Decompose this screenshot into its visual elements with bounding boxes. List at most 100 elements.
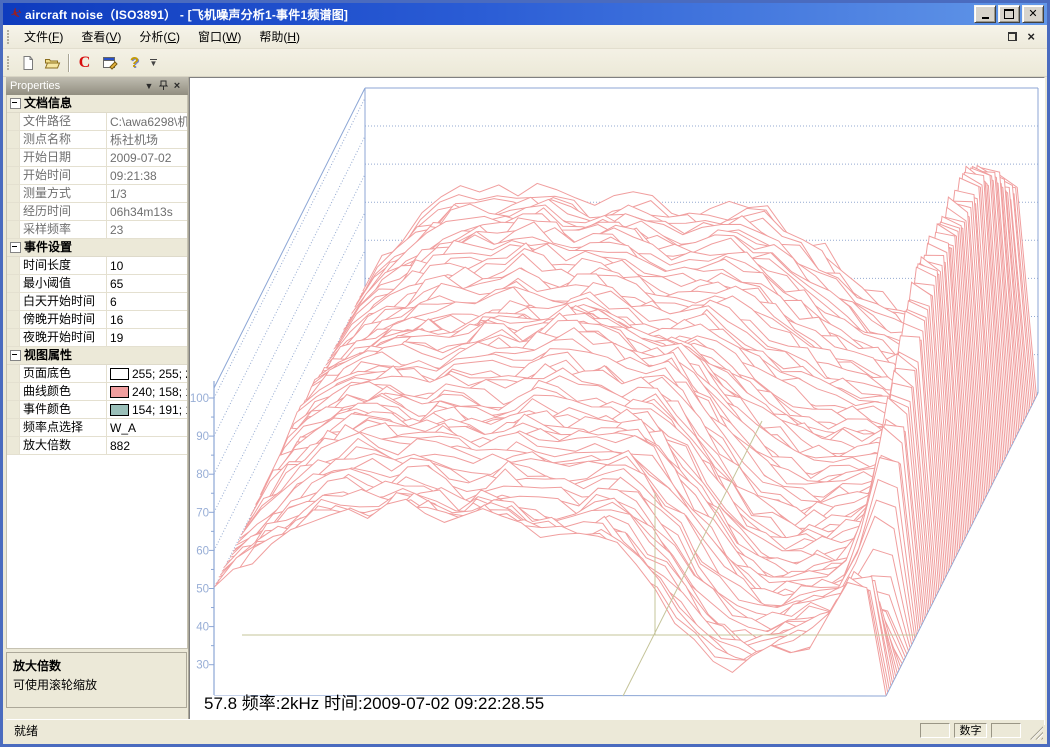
property-label: 夜晚开始时间 xyxy=(20,329,106,346)
row-indent xyxy=(7,311,20,328)
toolbar-grip[interactable] xyxy=(7,56,10,70)
property-value-text: 1/3 xyxy=(110,186,127,202)
property-value[interactable]: 19 xyxy=(106,329,187,346)
property-label: 测量方式 xyxy=(20,185,106,202)
open-folder-icon xyxy=(44,55,61,71)
property-value[interactable]: 65 xyxy=(106,275,187,292)
selected-point-annotation: 57.8 频率:2kHz 时间:2009-07-02 09:22:28.55 xyxy=(204,694,544,713)
app-window: ✈ aircraft noise（ISO3891） - [飞机噪声分析1-事件1… xyxy=(0,0,1050,747)
property-value-text: W_A xyxy=(110,420,136,436)
spectrum-chart-document[interactable]: 1009080706050403057.8 频率:2kHz 时间:2009-07… xyxy=(189,77,1045,725)
properties-panel: Properties ▼ × 文档信息文件路径C:\awa6298\机场测点名称… xyxy=(6,77,189,720)
property-value[interactable]: 882 xyxy=(106,437,187,454)
row-indent xyxy=(7,365,20,382)
panel-close-button[interactable]: × xyxy=(170,81,184,92)
letter-c-icon: C xyxy=(79,55,91,71)
mdi-close-button[interactable]: × xyxy=(1027,30,1035,43)
property-value[interactable]: 240; 158; 15 xyxy=(106,383,187,400)
mdi-restore-button[interactable] xyxy=(1008,32,1017,41)
property-value[interactable]: C:\awa6298\机场 xyxy=(106,113,187,130)
property-row: 测量方式1/3 xyxy=(7,185,187,203)
group-title: 视图属性 xyxy=(24,348,72,362)
chevron-down-icon: ▼ xyxy=(145,81,154,91)
help-button[interactable]: ? xyxy=(122,51,147,74)
property-value[interactable]: 09:21:38 xyxy=(106,167,187,184)
property-value[interactable]: 6 xyxy=(106,293,187,310)
menu-item-c[interactable]: 分析(C) xyxy=(130,25,189,48)
minimize-icon xyxy=(982,17,989,19)
maximize-icon xyxy=(1004,9,1014,19)
title-bar[interactable]: ✈ aircraft noise（ISO3891） - [飞机噪声分析1-事件1… xyxy=(3,3,1047,25)
menu-item-f[interactable]: 文件(F) xyxy=(15,25,72,48)
panel-menu-button[interactable]: ▼ xyxy=(142,82,156,91)
property-label: 文件路径 xyxy=(20,113,106,130)
property-label: 事件颜色 xyxy=(20,401,106,418)
row-indent xyxy=(7,401,20,418)
menubar-grip[interactable] xyxy=(7,30,10,44)
property-description-panel: 放大倍数 可使用滚轮缩放 xyxy=(6,652,187,708)
property-row: 曲线颜色240; 158; 15 xyxy=(7,383,187,401)
properties-panel-header[interactable]: Properties ▼ × xyxy=(6,77,188,95)
menu-item-h[interactable]: 帮助(H) xyxy=(250,25,309,48)
property-row: 经历时间06h34m13s xyxy=(7,203,187,221)
properties-icon xyxy=(102,55,118,71)
row-indent xyxy=(7,293,20,310)
close-icon: × xyxy=(174,80,180,92)
property-group-header-1[interactable]: 事件设置 xyxy=(7,239,187,257)
new-document-button[interactable] xyxy=(15,51,40,74)
property-row: 页面底色255; 255; 25 xyxy=(7,365,187,383)
menu-bar: 文件(F)查看(V)分析(C)窗口(W)帮助(H) × xyxy=(3,25,1047,49)
property-group-header-2[interactable]: 视图属性 xyxy=(7,347,187,365)
properties-button[interactable] xyxy=(97,51,122,74)
collapse-icon[interactable] xyxy=(10,350,21,361)
property-row: 白天开始时间6 xyxy=(7,293,187,311)
property-value-text: 2009-07-02 xyxy=(110,150,171,166)
svg-text:80: 80 xyxy=(196,469,209,481)
property-label: 采样频率 xyxy=(20,221,106,238)
property-value[interactable]: 2009-07-02 xyxy=(106,149,187,166)
property-row: 傍晚开始时间16 xyxy=(7,311,187,329)
property-value[interactable]: W_A xyxy=(106,419,187,436)
property-value[interactable]: 1/3 xyxy=(106,185,187,202)
restore-icon xyxy=(1008,32,1016,41)
property-row: 测点名称栎社机场 xyxy=(7,131,187,149)
maximize-button[interactable] xyxy=(998,5,1020,23)
close-button[interactable]: ✕ xyxy=(1022,5,1044,23)
property-value-text: 255; 255; 25 xyxy=(132,366,187,382)
row-indent xyxy=(7,419,20,436)
property-value[interactable]: 06h34m13s xyxy=(106,203,187,220)
svg-text:90: 90 xyxy=(196,431,209,443)
property-label: 开始日期 xyxy=(20,149,106,166)
row-indent xyxy=(7,149,20,166)
property-row: 最小阈值65 xyxy=(7,275,187,293)
menu-item-v[interactable]: 查看(V) xyxy=(72,25,130,48)
property-group-header-0[interactable]: 文档信息 xyxy=(7,95,187,113)
row-indent xyxy=(7,131,20,148)
property-value[interactable]: 23 xyxy=(106,221,187,238)
property-label: 白天开始时间 xyxy=(20,293,106,310)
property-value-text: C:\awa6298\机场 xyxy=(110,114,187,130)
property-value[interactable]: 154; 191; 18 xyxy=(106,401,187,418)
collapse-icon[interactable] xyxy=(10,98,21,109)
property-value[interactable]: 255; 255; 25 xyxy=(106,365,187,382)
toolbar-options-button[interactable]: ▼ xyxy=(147,51,160,74)
property-value[interactable]: 栎社机场 xyxy=(106,131,187,148)
property-row: 放大倍数882 xyxy=(7,437,187,455)
row-indent xyxy=(7,257,20,274)
waterfall-spectrum-canvas[interactable]: 1009080706050403057.8 频率:2kHz 时间:2009-07… xyxy=(190,78,1044,724)
compute-c-button[interactable]: C xyxy=(72,51,97,74)
color-swatch xyxy=(110,404,129,416)
resize-grip[interactable] xyxy=(1029,726,1043,740)
status-cell-1 xyxy=(920,723,950,738)
panel-pin-button[interactable] xyxy=(156,80,170,93)
property-value[interactable]: 10 xyxy=(106,257,187,274)
property-label: 曲线颜色 xyxy=(20,383,106,400)
menu-item-w[interactable]: 窗口(W) xyxy=(189,25,250,48)
minimize-button[interactable] xyxy=(974,5,996,23)
svg-text:50: 50 xyxy=(196,584,209,596)
open-file-button[interactable] xyxy=(40,51,65,74)
collapse-icon[interactable] xyxy=(10,242,21,253)
property-value[interactable]: 16 xyxy=(106,311,187,328)
status-cell-numlock: 数字 xyxy=(954,723,987,738)
help-question-icon: ? xyxy=(130,55,139,70)
